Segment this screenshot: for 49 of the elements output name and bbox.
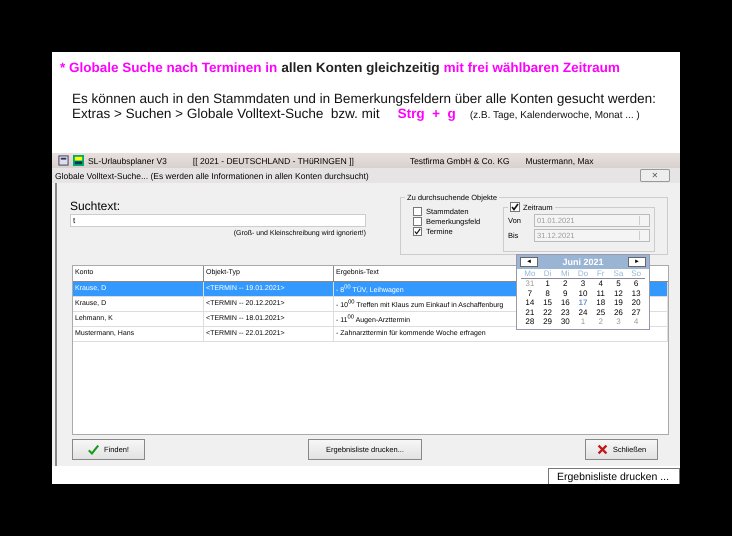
checkbox[interactable]: [413, 227, 422, 236]
calendar-month: Juni 2021: [562, 257, 604, 267]
calendar-day[interactable]: 10: [574, 288, 592, 298]
calendar-day[interactable]: 5: [610, 279, 628, 288]
calendar-day[interactable]: 12: [610, 288, 628, 298]
calendar-context: [[ 2021 - DEUTSCHLAND - THüRINGEN ]]: [192, 156, 354, 166]
calendar-day[interactable]: 15: [538, 298, 556, 308]
calendar-day[interactable]: 18: [592, 298, 610, 308]
calendar-day[interactable]: 11: [592, 288, 610, 298]
calendar-day[interactable]: 4: [592, 279, 610, 288]
search-field[interactable]: t: [70, 214, 366, 227]
company-name: Testfirma GmbH & Co. KG: [410, 156, 510, 166]
calendar-day[interactable]: 7: [521, 288, 539, 298]
checkbox[interactable]: [413, 207, 422, 216]
weekday-label: Mo: [523, 269, 536, 278]
weekday-label: Sa: [612, 269, 624, 278]
calendar-day[interactable]: 19: [610, 298, 628, 308]
search-label: Suchtext:: [70, 199, 122, 213]
intro-text: Es können auch in den Stammdaten und in Bemerkungsfeldern über alle Konten gesucht werden:: [72, 91, 657, 106]
calendar-day[interactable]: 3: [574, 279, 592, 288]
app-name: SL-Urlaubsplaner V3: [88, 156, 167, 166]
calendar-day[interactable]: 14: [521, 298, 539, 308]
calendar-day[interactable]: 13: [627, 288, 645, 298]
weekday-label: Fr: [596, 269, 606, 278]
calendar-day[interactable]: 8: [538, 288, 556, 298]
calendar-day[interactable]: 28: [521, 317, 539, 326]
calendar-day[interactable]: 9: [556, 288, 574, 298]
dialog-title: Globale Volltext-Suche... (Es werden alle Informationen in allen Konten durchsucht): [55, 170, 369, 180]
weekday-label: Di: [542, 269, 552, 278]
weekday-label: So: [630, 269, 642, 278]
calendar-day[interactable]: 30: [556, 317, 574, 326]
calendar-day[interactable]: 1: [538, 279, 556, 288]
user-name: Mustermann, Max: [526, 156, 594, 166]
intro-heading: * Globale Suche nach Terminen in allen Konten gleichzeitig mit frei wählbaren Zeitraum: [60, 60, 621, 75]
calendar-day[interactable]: 20: [627, 298, 645, 308]
close-icon: [596, 444, 608, 455]
tooltip: Ergebnisliste drucken ...: [548, 468, 680, 484]
calendar-day[interactable]: 6: [627, 279, 645, 288]
calendar-day[interactable]: 29: [538, 317, 556, 326]
close-button[interactable]: ✕: [640, 169, 670, 182]
shortcut-text: Extras > Suchen > Globale Volltext-Suche bzw. mit Strg + g (z.B. Tage, Kalenderwoche, Monat ... ): [72, 106, 641, 121]
weekday-label: Mi: [560, 269, 570, 278]
weekday-label: Do: [576, 269, 590, 278]
calendar-day[interactable]: 16: [556, 298, 574, 308]
app-logo-icon: [73, 155, 84, 166]
checkbox[interactable]: [413, 217, 422, 226]
period-checkbox[interactable]: [510, 202, 520, 212]
calendar-day[interactable]: 2: [556, 279, 574, 288]
checkmark-icon: [88, 444, 99, 455]
